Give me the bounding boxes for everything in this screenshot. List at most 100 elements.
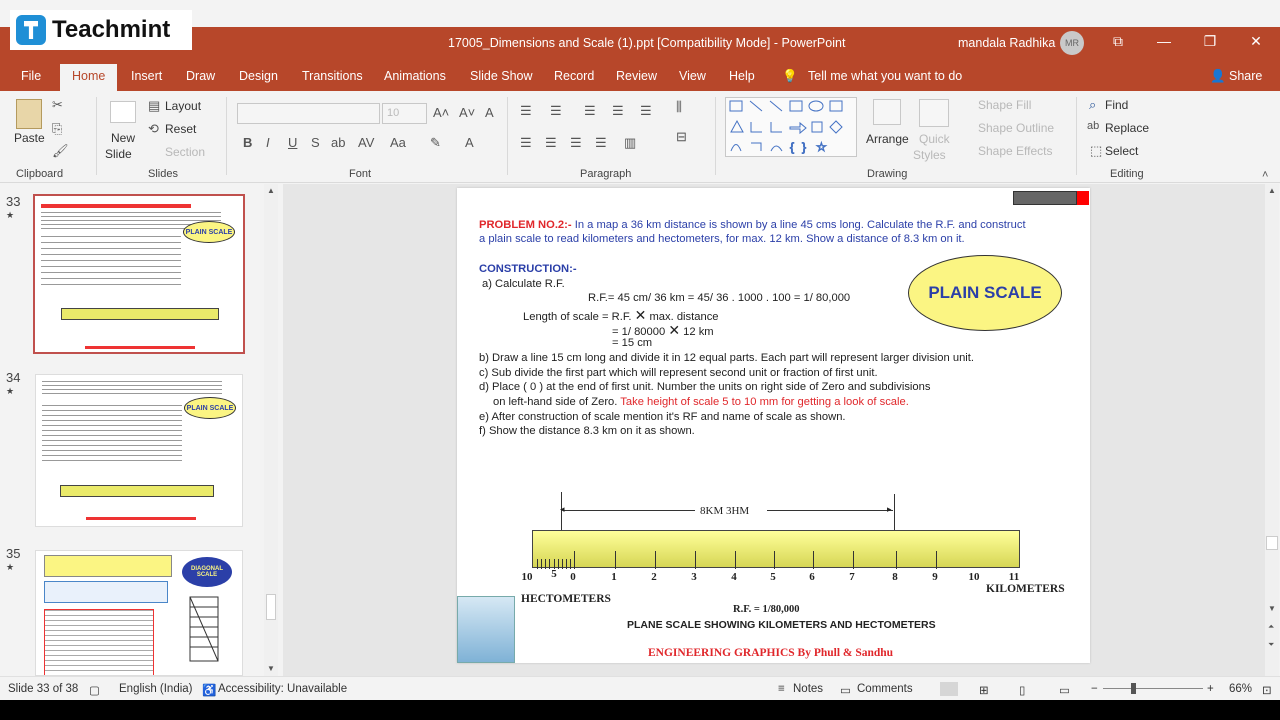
align-text-icon[interactable]: ⊟ bbox=[676, 129, 687, 145]
find-button[interactable]: Find bbox=[1105, 98, 1128, 112]
highlight-icon[interactable]: ✎ bbox=[430, 135, 441, 151]
align-left-icon[interactable]: ☰ bbox=[520, 135, 532, 151]
tab-record[interactable]: Record bbox=[554, 69, 594, 83]
tab-insert[interactable]: Insert bbox=[131, 69, 162, 83]
new-slide-button[interactable]: New bbox=[111, 131, 135, 145]
scroll-up-icon[interactable]: ▲ bbox=[267, 186, 275, 195]
font-name-input[interactable] bbox=[237, 103, 380, 124]
language-indicator[interactable]: English (India) bbox=[119, 683, 193, 695]
reset-button[interactable]: Reset bbox=[165, 122, 196, 136]
font-color-icon[interactable]: A bbox=[465, 135, 474, 150]
shadow-icon[interactable]: S bbox=[311, 135, 320, 150]
underline-icon[interactable]: U bbox=[288, 135, 297, 150]
previous-slide-icon[interactable]: ⏶ bbox=[1268, 622, 1274, 632]
paste-icon[interactable] bbox=[16, 99, 42, 129]
justify-icon[interactable]: ☰ bbox=[595, 135, 607, 151]
scroll-down-icon[interactable]: ▼ bbox=[267, 664, 275, 673]
align-center-icon[interactable]: ☰ bbox=[545, 135, 557, 151]
zoom-in-icon[interactable]: + bbox=[1207, 683, 1214, 695]
zoom-slider-thumb[interactable] bbox=[1131, 683, 1136, 694]
fit-slide-icon[interactable]: ⊡ bbox=[1262, 683, 1272, 697]
decrease-indent-icon[interactable]: ☰ bbox=[584, 103, 596, 119]
tab-draw[interactable]: Draw bbox=[186, 69, 215, 83]
comments-button[interactable]: Comments bbox=[857, 683, 913, 695]
tab-transitions[interactable]: Transitions bbox=[302, 69, 363, 83]
line-spacing-icon[interactable]: ☰ bbox=[640, 103, 652, 119]
collapse-ribbon-icon[interactable]: ˄ bbox=[1262, 169, 1268, 181]
zoom-slider[interactable] bbox=[1103, 688, 1203, 689]
slideshow-icon[interactable]: ▭ bbox=[1059, 683, 1070, 697]
zoom-out-icon[interactable]: − bbox=[1091, 683, 1098, 695]
tab-file[interactable]: File bbox=[21, 69, 41, 83]
notes-icon: ≡ bbox=[778, 683, 785, 695]
slide-canvas[interactable]: PROBLEM NO.2:- In a map a 36 km distance… bbox=[457, 188, 1090, 663]
text-direction-icon[interactable]: ⫼ bbox=[676, 99, 682, 115]
scroll-thumb[interactable] bbox=[266, 594, 276, 620]
tab-review[interactable]: Review bbox=[616, 69, 657, 83]
tab-slide-show[interactable]: Slide Show bbox=[470, 69, 533, 83]
italic-icon[interactable]: I bbox=[266, 135, 270, 150]
scroll-up-icon[interactable]: ▲ bbox=[1268, 186, 1276, 195]
tab-home[interactable]: Home bbox=[60, 64, 118, 91]
next-slide-icon[interactable]: ⏷ bbox=[1268, 640, 1274, 650]
ribbon-display-icon[interactable]: ⧉ bbox=[1106, 33, 1130, 50]
share-button[interactable]: Share bbox=[1229, 69, 1262, 83]
increase-indent-icon[interactable]: ☰ bbox=[612, 103, 624, 119]
clear-format-icon[interactable]: A bbox=[485, 105, 494, 120]
thumbnail-scrollbar[interactable]: ▲ ▼ bbox=[264, 184, 278, 676]
restore-icon[interactable]: ❐ bbox=[1198, 33, 1222, 50]
tab-help[interactable]: Help bbox=[729, 69, 755, 83]
section-button[interactable]: Section bbox=[165, 145, 205, 159]
minimize-icon[interactable]: — bbox=[1152, 33, 1176, 49]
spacing-icon[interactable]: AV bbox=[358, 135, 374, 150]
slide-sorter-icon[interactable]: ⊞ bbox=[979, 683, 989, 697]
numbering-icon[interactable]: ☰ bbox=[550, 103, 562, 119]
scroll-down-icon[interactable]: ▼ bbox=[1268, 604, 1276, 613]
nav-buttons[interactable] bbox=[1013, 191, 1077, 205]
bold-icon[interactable]: B bbox=[243, 135, 252, 150]
zoom-level[interactable]: 66% bbox=[1229, 683, 1252, 695]
copy-icon[interactable]: ⎘ bbox=[52, 121, 62, 137]
cut-icon[interactable]: ✂ bbox=[52, 97, 63, 113]
replace-button[interactable]: Replace bbox=[1105, 121, 1149, 135]
paste-button[interactable]: Paste bbox=[14, 131, 45, 145]
shapes-gallery[interactable]: {} ☆ bbox=[725, 97, 857, 157]
quick-styles-button[interactable]: Quick bbox=[919, 132, 950, 146]
shape-effects-button[interactable]: Shape Effects bbox=[978, 144, 1053, 158]
shape-outline-button[interactable]: Shape Outline bbox=[978, 121, 1054, 135]
bullets-icon[interactable]: ☰ bbox=[520, 103, 532, 119]
align-right-icon[interactable]: ☰ bbox=[570, 135, 582, 151]
scroll-thumb[interactable] bbox=[1266, 536, 1278, 550]
arrange-button[interactable]: Arrange bbox=[866, 132, 909, 146]
avatar[interactable]: MR bbox=[1060, 31, 1084, 55]
user-name[interactable]: mandala Radhika bbox=[958, 36, 1055, 50]
change-case-icon[interactable]: Aa bbox=[390, 135, 406, 150]
new-slide-icon[interactable] bbox=[110, 101, 136, 123]
close-icon[interactable]: ✕ bbox=[1244, 33, 1268, 50]
spell-check-icon[interactable]: ▢ bbox=[89, 683, 100, 697]
columns-icon[interactable]: ▥ bbox=[624, 135, 636, 151]
accessibility-status[interactable]: Accessibility: Unavailable bbox=[218, 683, 347, 695]
end-button[interactable] bbox=[1077, 191, 1089, 205]
reading-view-icon[interactable]: ▯ bbox=[1019, 683, 1025, 697]
arrange-icon[interactable] bbox=[873, 99, 901, 125]
layout-button[interactable]: Layout bbox=[165, 99, 201, 113]
notes-button[interactable]: Notes bbox=[793, 683, 823, 695]
format-painter-icon[interactable]: 🖌 bbox=[52, 143, 69, 159]
shape-fill-button[interactable]: Shape Fill bbox=[978, 98, 1031, 112]
thumbnail-slide-33[interactable]: PLAIN SCALE bbox=[33, 194, 245, 354]
normal-view-icon[interactable] bbox=[940, 682, 958, 696]
tab-animations[interactable]: Animations bbox=[384, 69, 446, 83]
tell-me-search[interactable]: Tell me what you want to do bbox=[808, 69, 962, 83]
strikethrough-icon[interactable]: ab bbox=[331, 135, 345, 150]
thumbnail-slide-34[interactable]: PLAIN SCALE bbox=[35, 374, 243, 527]
tab-view[interactable]: View bbox=[679, 69, 706, 83]
grow-font-icon[interactable]: A˄ bbox=[433, 105, 449, 120]
select-button[interactable]: Select bbox=[1105, 144, 1138, 158]
tab-design[interactable]: Design bbox=[239, 69, 278, 83]
editor-scrollbar[interactable]: ▲ ▼ ⏶ ⏷ bbox=[1265, 184, 1279, 676]
quick-styles-icon[interactable] bbox=[919, 99, 949, 127]
font-size-input[interactable]: 10 bbox=[382, 103, 427, 124]
thumbnail-slide-35[interactable]: DIAGONAL SCALE bbox=[35, 550, 243, 676]
shrink-font-icon[interactable]: A˅ bbox=[459, 105, 475, 120]
